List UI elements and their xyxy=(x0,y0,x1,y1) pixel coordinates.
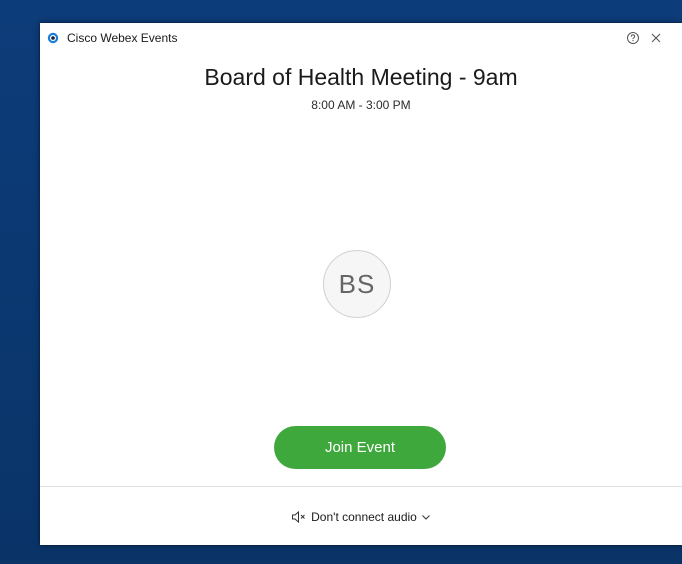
audio-option-label: Don't connect audio xyxy=(311,510,417,524)
host-avatar: BS xyxy=(323,250,391,318)
host-initials: BS xyxy=(338,268,376,299)
close-icon[interactable] xyxy=(647,29,665,47)
webex-window: Cisco Webex Events Board of Health Meeti… xyxy=(40,23,682,545)
app-title: Cisco Webex Events xyxy=(67,31,178,45)
event-title: Board of Health Meeting - 9am xyxy=(204,64,518,90)
help-icon[interactable] xyxy=(624,29,642,47)
speaker-muted-icon xyxy=(292,510,305,524)
chevron-down-icon xyxy=(421,515,430,520)
webex-logo-icon xyxy=(47,32,59,44)
event-time: 8:00 AM - 3:00 PM xyxy=(311,98,411,112)
join-event-button[interactable]: Join Event xyxy=(274,426,446,469)
footer-divider xyxy=(40,486,682,487)
audio-connection-dropdown[interactable]: Don't connect audio xyxy=(254,507,468,527)
title-bar: Cisco Webex Events xyxy=(40,23,682,53)
